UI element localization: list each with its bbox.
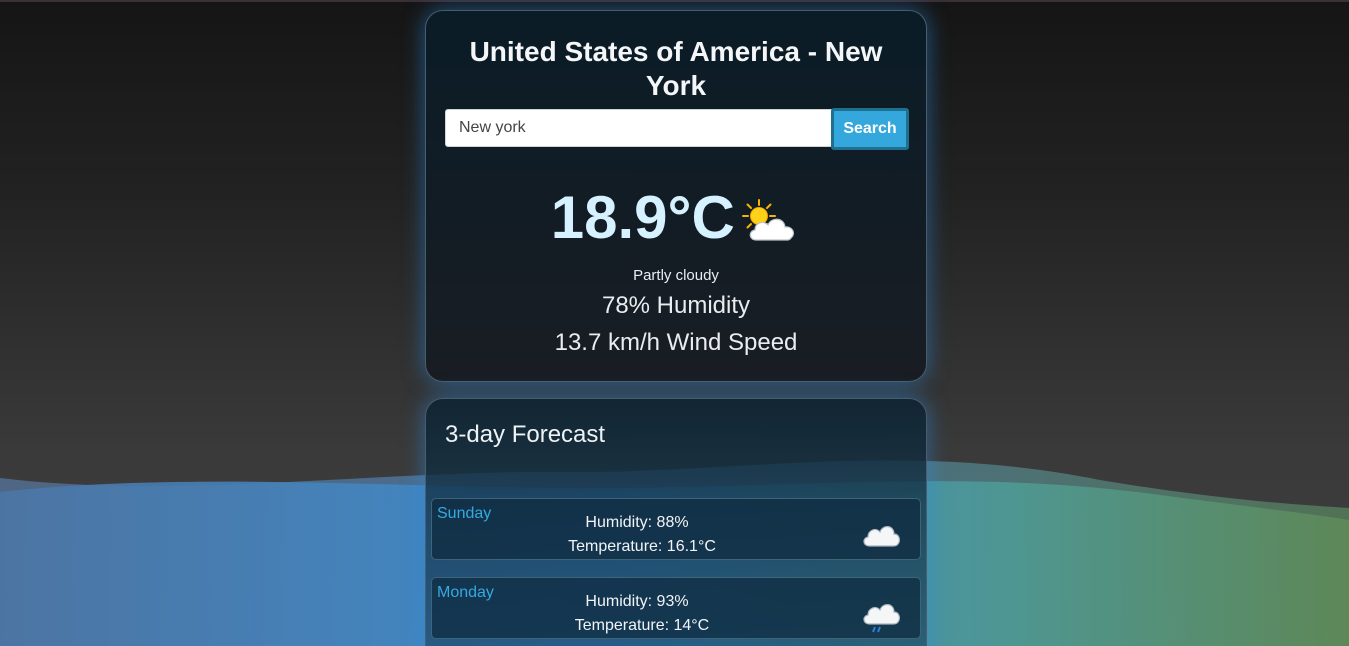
location-title: United States of America - New York (469, 36, 883, 101)
forecast-title: 3-day Forecast (445, 421, 606, 448)
current-condition: Partly cloudy (633, 267, 719, 284)
forecast-day-name: Sunday (437, 505, 492, 522)
partly-cloudy-icon (741, 198, 801, 249)
forecast-card: 3-day Forecast Sunday Humidity: 88% Temp… (425, 398, 927, 646)
current-wind-speed: 13.7 km/h Wind Speed (554, 329, 798, 356)
forecast-day-humidity: Humidity: 88% (585, 514, 689, 531)
forecast-day-temperature: Temperature: 16.1°C (568, 538, 716, 555)
current-temperature-row: 18.9°C (426, 184, 926, 254)
forecast-day-item: Sunday Humidity: 88% Temperature: 16.1°C (431, 498, 921, 560)
forecast-day-humidity: Humidity: 93% (585, 593, 689, 610)
forecast-day-temperature: Temperature: 14°C (574, 617, 710, 634)
search-button[interactable]: Search (831, 108, 909, 150)
current-temperature: 18.9°C (550, 184, 735, 251)
forecast-day-item: Monday Humidity: 93% Temperature: 14°C (431, 577, 921, 639)
search-bar: Search (445, 108, 910, 150)
weather-card: United States of America - New York Sear… (425, 10, 927, 382)
rain-cloud-icon (860, 594, 900, 639)
search-input[interactable] (445, 109, 833, 147)
cloud-icon (860, 515, 900, 554)
current-humidity: 78% Humidity (601, 292, 751, 319)
forecast-day-name: Monday (437, 584, 494, 601)
